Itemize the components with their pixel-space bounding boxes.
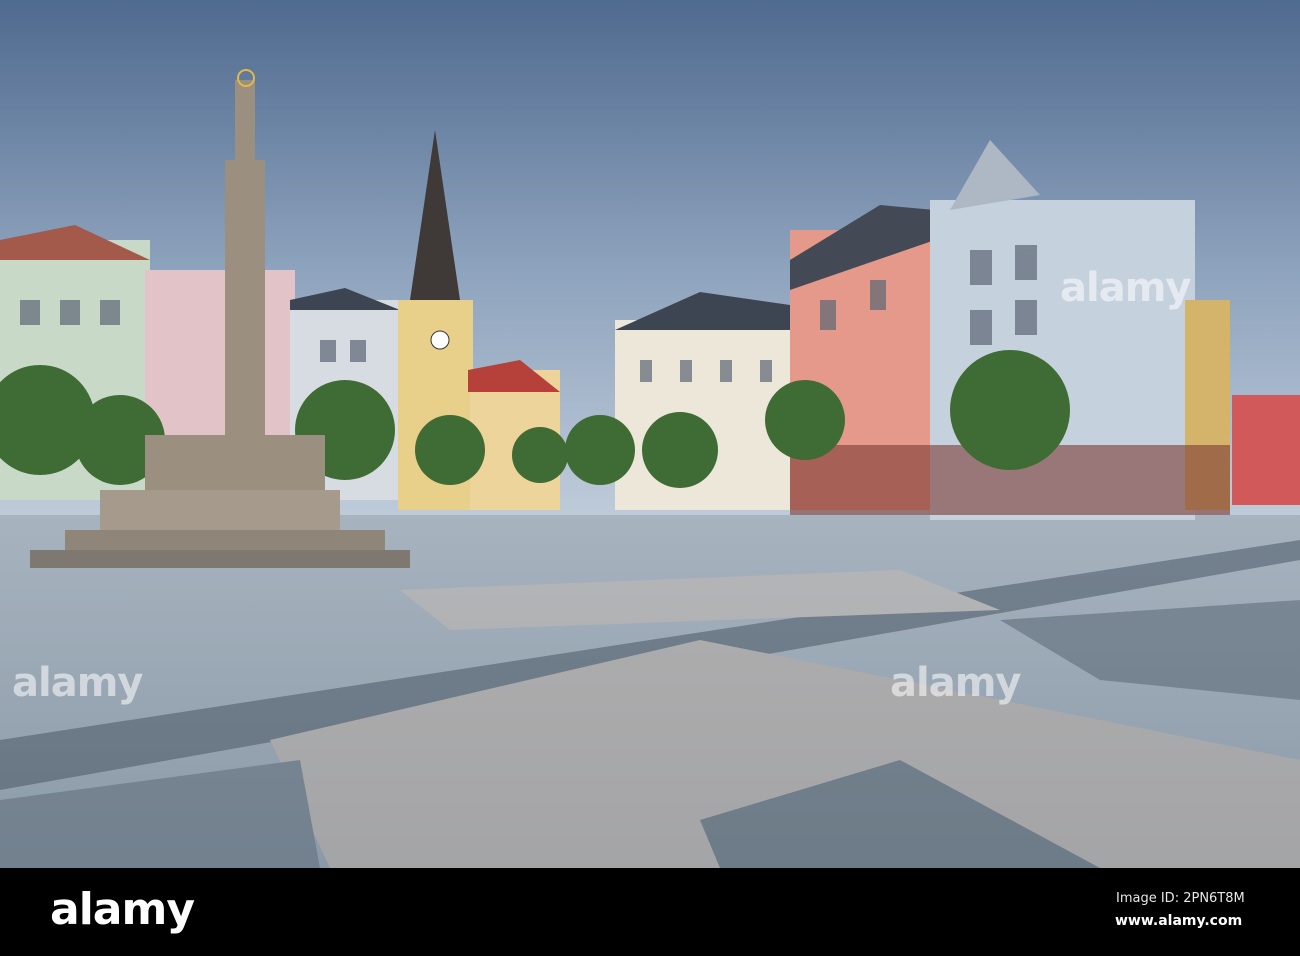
building-red: [1232, 395, 1300, 505]
alamy-logo: alamy: [50, 884, 195, 935]
watermark-overlay: alamy: [1060, 265, 1191, 311]
tower-clock: [430, 330, 450, 350]
watermark-bar: [0, 868, 1300, 956]
site-url: www.alamy.com: [1115, 913, 1243, 929]
image-id: Image ID: 2PN6T8M: [1116, 891, 1245, 906]
stock-photo: alamy alamy alamy alamy Image ID: 2PN6T8…: [0, 0, 1300, 956]
watermark-overlay: alamy: [890, 660, 1021, 706]
town-square-photo: [0, 0, 1300, 868]
watermark-overlay: alamy: [12, 660, 143, 706]
